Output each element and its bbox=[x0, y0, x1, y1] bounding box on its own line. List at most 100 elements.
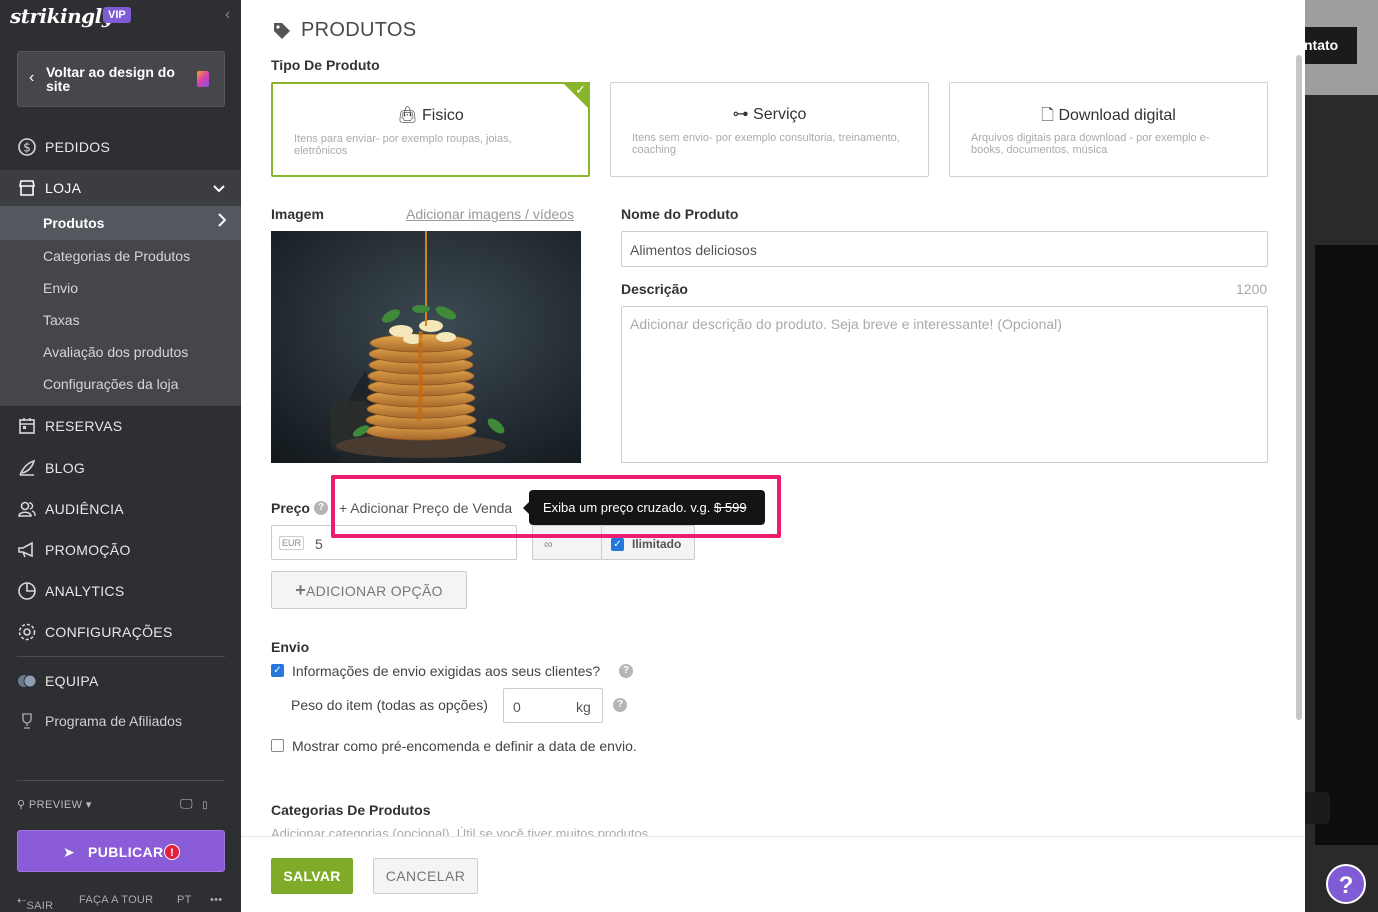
unlimited-checkbox[interactable]: ✓ bbox=[611, 538, 624, 551]
submenu-avaliacao[interactable]: Avaliação dos produtos bbox=[43, 344, 188, 360]
submenu-categorias[interactable]: Categorias de Produtos bbox=[43, 248, 190, 264]
description-label: Descrição bbox=[621, 281, 688, 297]
nav-promocao[interactable]: PROMOÇÃO bbox=[0, 532, 241, 568]
tooltip-strike-price: $ 599 bbox=[714, 500, 747, 515]
add-option-label: ADICIONAR OPÇÃO bbox=[306, 583, 443, 599]
more-options-icon[interactable]: ••• bbox=[210, 894, 222, 906]
chevron-down-icon bbox=[213, 181, 225, 196]
add-images-link[interactable]: Adicionar imagens / vídeos bbox=[406, 206, 574, 222]
shipping-required-checkbox[interactable]: ✓ bbox=[271, 664, 284, 677]
nav-blog-label: BLOG bbox=[45, 460, 86, 476]
publish-label: PUBLICAR bbox=[88, 844, 164, 860]
collapse-sidebar-icon[interactable]: ‹ bbox=[225, 6, 230, 24]
vip-badge: VIP bbox=[103, 7, 131, 23]
preorder-label: Mostrar como pré-encomenda e definir a d… bbox=[292, 738, 637, 754]
nav-analytics-label: ANALYTICS bbox=[45, 583, 125, 599]
desktop-icon[interactable]: 🖵 bbox=[180, 796, 193, 811]
nav-equipa[interactable]: EQUIPA bbox=[0, 663, 241, 699]
nav-analytics[interactable]: ANALYTICS bbox=[0, 573, 241, 609]
submenu-configuracoes-loja[interactable]: Configurações da loja bbox=[43, 376, 178, 392]
rocket-icon: ➤ bbox=[63, 844, 75, 860]
nav-loja-label: LOJA bbox=[45, 180, 82, 196]
description-textarea[interactable]: Adicionar descrição do produto. Seja bre… bbox=[621, 306, 1268, 463]
cancel-button[interactable]: CANCELAR bbox=[373, 858, 478, 894]
tooltip-text: Exiba um preço cruzado. v.g. bbox=[543, 500, 715, 515]
nav-promocao-label: PROMOÇÃO bbox=[45, 542, 131, 558]
search-icon: ⚲ bbox=[17, 799, 29, 811]
tour-link[interactable]: FAÇA A TOUR bbox=[79, 894, 153, 906]
weight-unit: kg bbox=[576, 699, 591, 715]
device-switcher[interactable]: 🖵 ▯ bbox=[180, 796, 208, 812]
type-title-fisico: 👜︎ Fisico bbox=[273, 105, 588, 125]
submenu-envio[interactable]: Envio bbox=[43, 280, 78, 296]
help-button[interactable]: ? bbox=[1326, 864, 1366, 904]
sale-price-tooltip: Exiba um preço cruzado. v.g. $ 599 bbox=[523, 490, 765, 525]
nav-blog[interactable]: BLOG bbox=[0, 450, 241, 486]
sair-link[interactable]: ⇠ SAIR bbox=[17, 894, 53, 912]
preview-side-button bbox=[1305, 792, 1330, 824]
type-desc-download: Arquivos digitais para download - por ex… bbox=[971, 132, 1210, 156]
back-to-design-button[interactable]: ‹ Voltar ao design do site bbox=[17, 51, 225, 107]
preview-toggle[interactable]: ⚲ PREVIEW ▾ bbox=[17, 798, 92, 811]
warning-badge-icon: ! bbox=[164, 844, 180, 860]
type-title-servico-text: Serviço bbox=[753, 106, 807, 123]
publish-button[interactable]: ➤ PUBLICAR ! bbox=[17, 830, 225, 872]
dollar-circle-icon: $ bbox=[17, 137, 37, 157]
page-design-icon bbox=[197, 71, 209, 87]
nav-audiencia-label: AUDIÊNCIA bbox=[45, 501, 124, 517]
quill-icon bbox=[17, 458, 37, 478]
weight-help-icon[interactable]: ? bbox=[613, 698, 627, 712]
preorder-checkbox[interactable] bbox=[271, 739, 284, 752]
nav-reservas[interactable]: RESERVAS bbox=[0, 408, 241, 444]
currency-badge: EUR bbox=[279, 536, 305, 550]
type-card-fisico[interactable]: ✓ 👜︎ Fisico Itens para enviar- por exemp… bbox=[271, 82, 590, 177]
submenu-taxas[interactable]: Taxas bbox=[43, 312, 80, 328]
type-title-download: 🗋 Download digital bbox=[950, 104, 1267, 131]
nav-audiencia[interactable]: AUDIÊNCIA bbox=[0, 491, 241, 527]
mobile-icon[interactable]: ▯ bbox=[202, 800, 208, 811]
save-button[interactable]: SALVAR bbox=[271, 858, 353, 894]
preview-label: PREVIEW bbox=[28, 799, 83, 811]
back-to-design-label: Voltar ao design do site bbox=[46, 64, 175, 94]
megaphone-icon bbox=[17, 540, 37, 560]
sidebar: strikingly VIP ‹ ‹ Voltar ao design do s… bbox=[0, 0, 241, 912]
weight-label: Peso do item (todas as opções) bbox=[291, 697, 488, 713]
shipping-help-icon[interactable]: ? bbox=[619, 664, 633, 678]
price-help-icon[interactable]: ? bbox=[314, 501, 328, 515]
team-avatar-icon bbox=[17, 671, 37, 691]
type-desc-servico: Itens sem envio- por exemplo consultoria… bbox=[632, 132, 900, 156]
nav-loja[interactable]: LOJA bbox=[0, 170, 241, 206]
type-title-download-text: Download digital bbox=[1058, 107, 1176, 124]
nav-afiliados[interactable]: Programa de Afiliados bbox=[0, 703, 241, 739]
description-char-count: 1200 bbox=[1236, 281, 1268, 297]
pie-chart-icon bbox=[17, 581, 37, 601]
language-selector[interactable]: PT bbox=[177, 894, 192, 906]
categories-hint: Adicionar categorias (opcional). Útil se… bbox=[271, 826, 652, 836]
type-title-servico: ⊶ Serviço bbox=[611, 104, 928, 124]
brand-logo: strikingly bbox=[10, 4, 113, 28]
page-title: PRODUTOS bbox=[301, 19, 417, 41]
submenu-produtos[interactable]: Produtos bbox=[0, 206, 241, 240]
weight-input[interactable]: 0 kg bbox=[503, 688, 603, 723]
type-card-servico[interactable]: ⊶ Serviço Itens sem envio- por exemplo c… bbox=[610, 82, 929, 177]
type-card-download[interactable]: 🗋 Download digital Arquivos digitais par… bbox=[949, 82, 1268, 177]
svg-text:$: $ bbox=[23, 141, 31, 155]
preview-black-area bbox=[1315, 245, 1378, 845]
product-type-label: Tipo De Produto bbox=[271, 57, 380, 73]
nav-pedidos[interactable]: $ PEDIDOS bbox=[0, 129, 241, 165]
sidebar-divider-bottom bbox=[17, 780, 225, 781]
plus-icon: + bbox=[295, 580, 307, 600]
tag-icon bbox=[274, 23, 290, 39]
product-image[interactable] bbox=[271, 231, 581, 463]
nav-configuracoes[interactable]: CONFIGURAÇÕES bbox=[0, 614, 241, 650]
nav-reservas-label: RESERVAS bbox=[45, 418, 123, 434]
product-name-input[interactable]: Alimentos deliciosos bbox=[621, 231, 1268, 267]
stock-value: ∞ bbox=[544, 537, 553, 551]
chevron-right-icon bbox=[218, 213, 227, 231]
submenu-produtos-label: Produtos bbox=[43, 215, 105, 231]
add-option-button[interactable]: +ADICIONAR OPÇÃO bbox=[271, 571, 467, 609]
type-desc-fisico: Itens para enviar- por exemplo roupas, j… bbox=[294, 133, 512, 157]
nav-configuracoes-label: CONFIGURAÇÕES bbox=[45, 624, 173, 640]
panel-scrollbar[interactable] bbox=[1296, 55, 1302, 720]
nav-equipa-label: EQUIPA bbox=[45, 673, 99, 689]
